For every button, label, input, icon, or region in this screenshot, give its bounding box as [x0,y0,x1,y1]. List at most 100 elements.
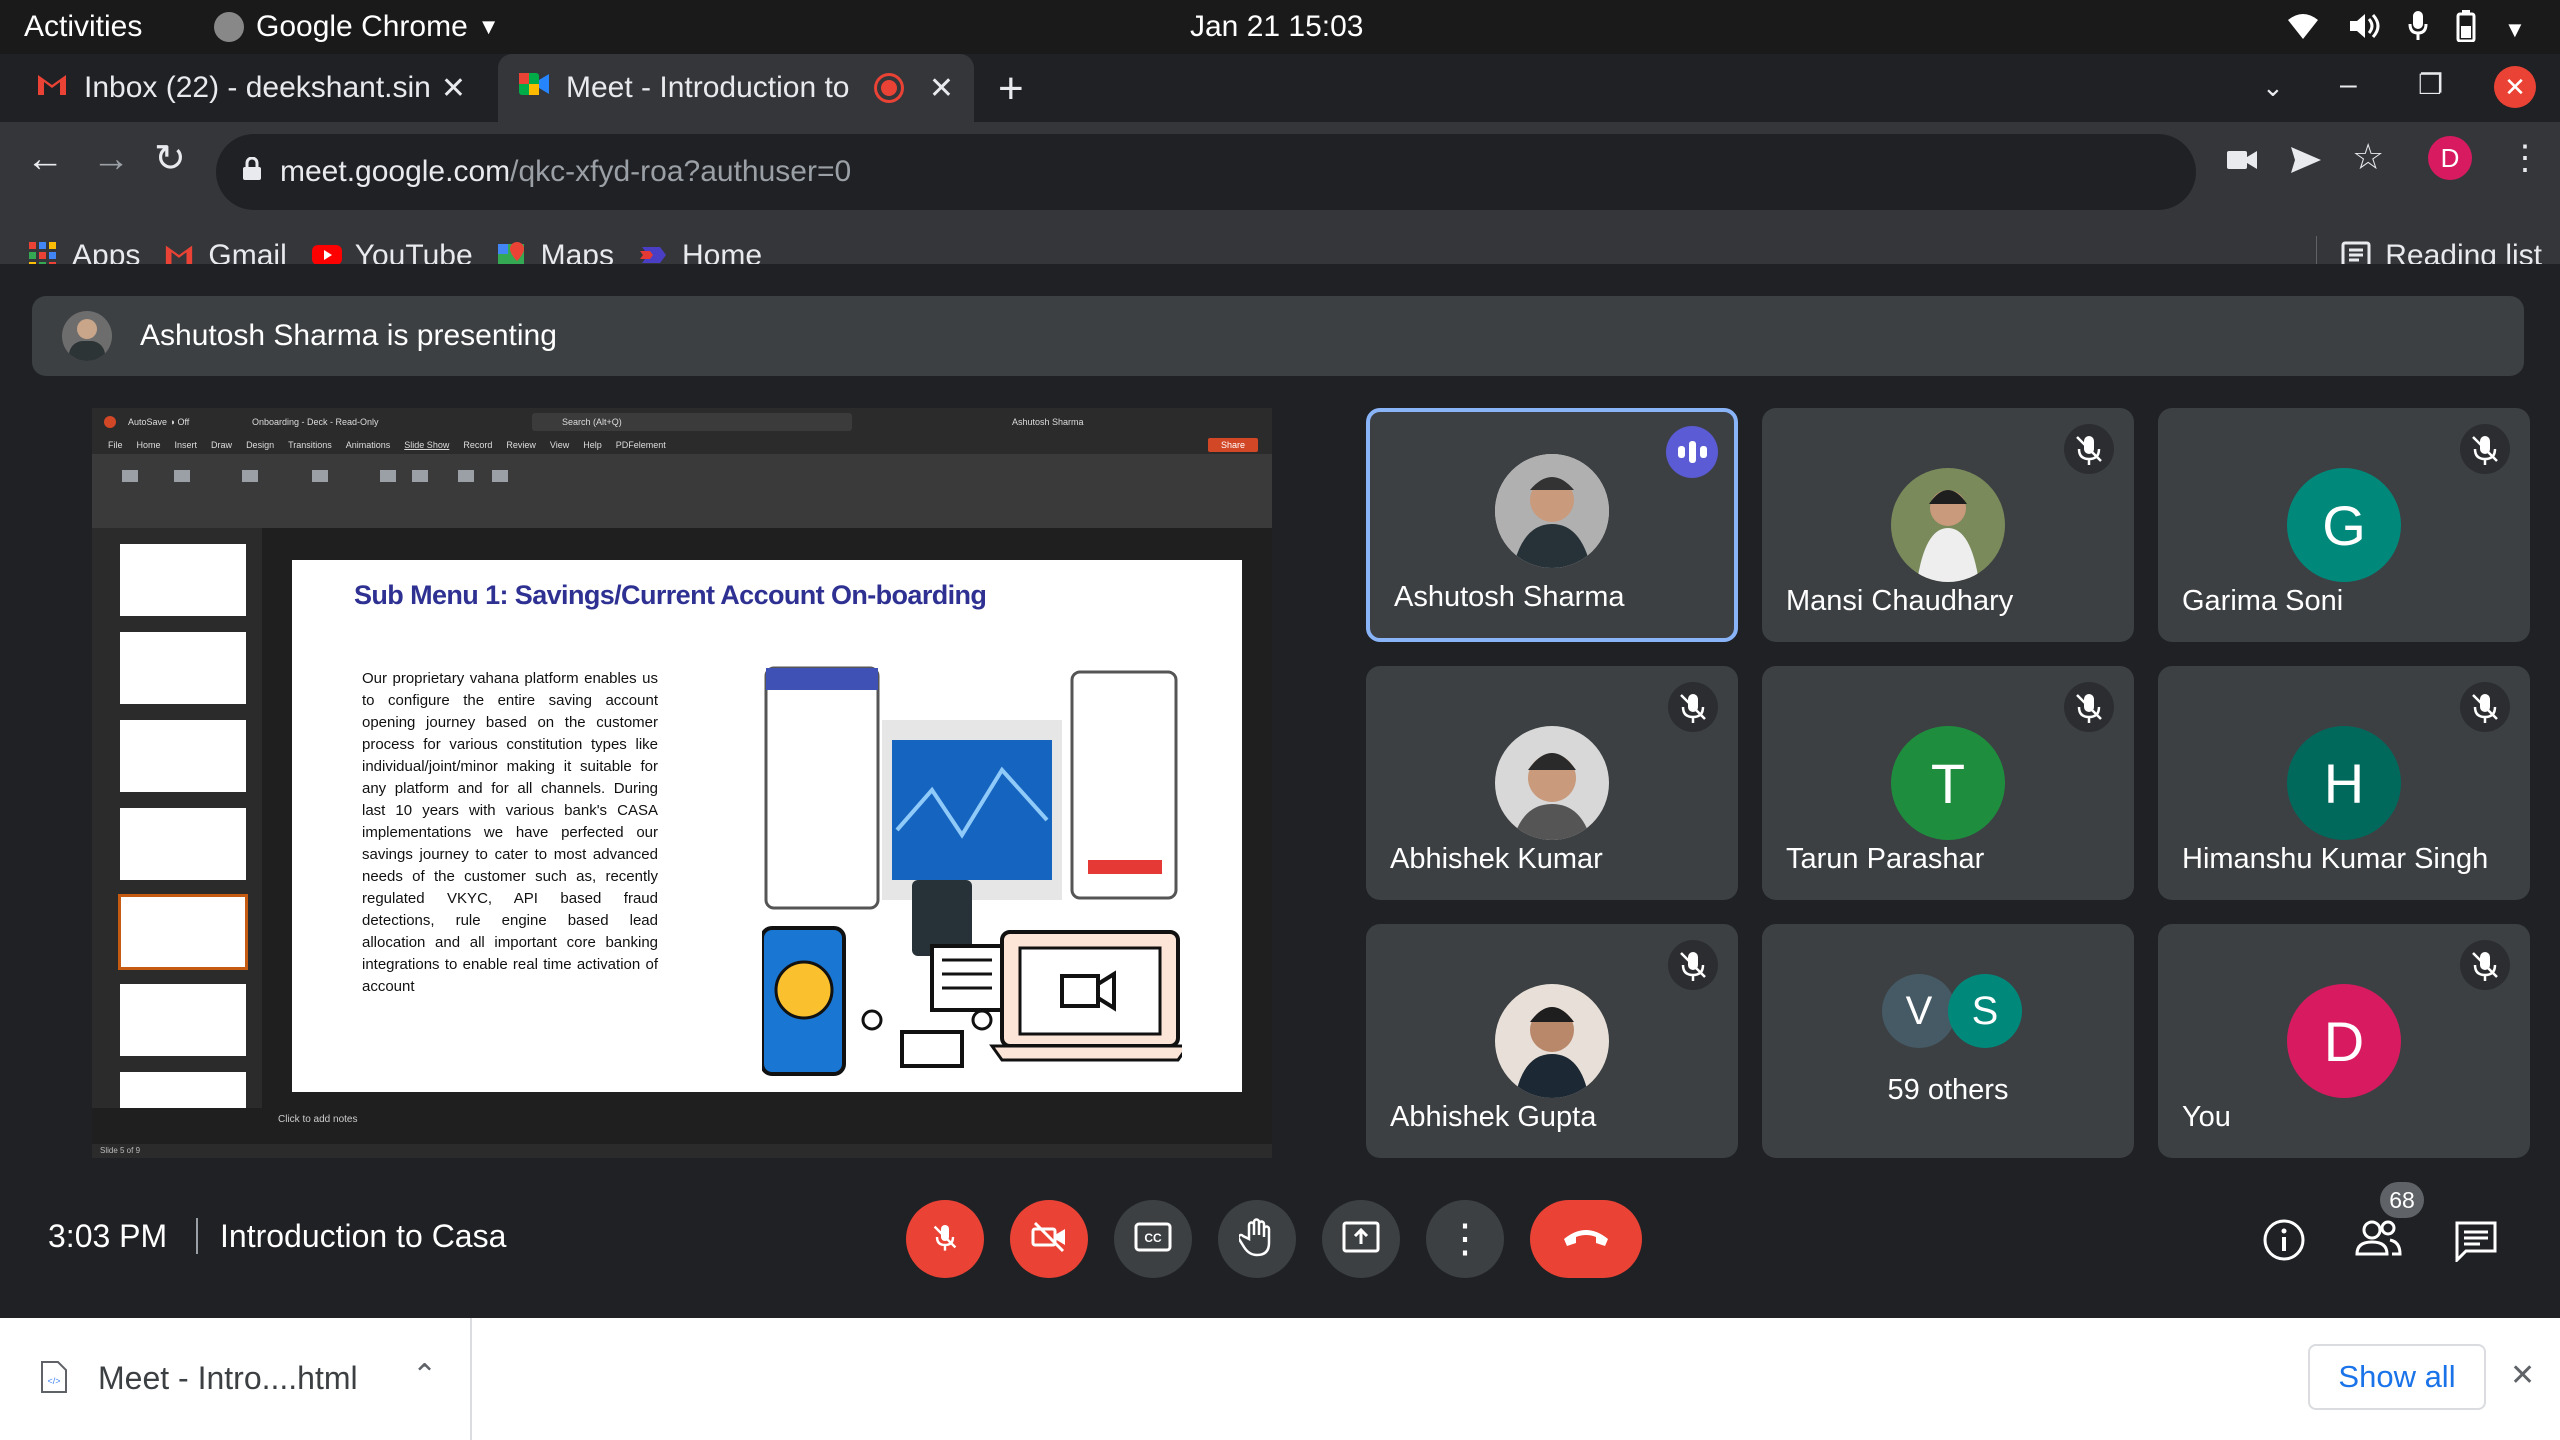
camera-in-use-icon[interactable] [2226,148,2258,177]
chevron-up-icon[interactable]: ⌃ [412,1358,437,1393]
ppt-ribbon-tab[interactable]: PDFelement [616,440,666,450]
html-file-icon: </> [40,1360,68,1399]
more-options-button[interactable]: ⋮ [1426,1200,1504,1278]
close-window-button[interactable]: ✕ [2494,66,2536,108]
ppt-ribbon-tab[interactable]: Help [583,440,602,450]
slide-title: Sub Menu 1: Savings/Current Account On-b… [354,580,987,610]
close-icon[interactable]: ✕ [929,71,954,106]
participant-tile[interactable]: Ashutosh Sharma [1366,408,1738,642]
leave-call-button[interactable] [1530,1200,1642,1278]
app-menu[interactable]: Google Chrome ▼ [214,10,500,44]
forward-button[interactable]: → [92,138,130,181]
self-tile[interactable]: D You [2158,924,2530,1158]
volume-icon [2348,11,2380,49]
meeting-details-button[interactable] [2262,1218,2306,1267]
address-bar[interactable]: meet.google.com /qkc-xfyd-roa?authuser=0 [216,134,2196,210]
svg-text:CC: CC [1144,1231,1162,1245]
tab-meet[interactable]: Meet - Introduction to ✕ [498,54,974,122]
presenter-banner: Ashutosh Sharma is presenting [32,296,2524,376]
slide-body: Our proprietary vahana platform enables … [362,670,658,995]
clock[interactable]: Jan 21 15:03 [1190,10,1363,44]
present-now-button[interactable] [1322,1200,1400,1278]
powerpoint-icon [104,416,116,428]
mic-toggle-button[interactable] [906,1200,984,1278]
mic-off-icon [2460,940,2510,990]
close-icon[interactable]: ✕ [2510,1358,2535,1393]
participant-name: Abhishek Gupta [1390,1101,1597,1133]
participant-tile[interactable]: T Tarun Parashar [1762,666,2134,900]
menu-kebab-icon[interactable]: ⋮ [2508,138,2542,178]
slide-thumbnail-selected[interactable] [118,894,248,970]
restore-button[interactable]: ❐ [2418,68,2443,101]
slide-thumbnail[interactable] [120,632,246,704]
ppt-ribbon-tab[interactable]: View [550,440,569,450]
ppt-title-bar: AutoSave ◑ Off Onboarding - Deck - Read-… [92,408,1272,436]
ppt-ribbon [92,454,1272,528]
autosave-toggle[interactable]: AutoSave ◑ Off [128,417,189,427]
minimize-button[interactable]: – [2340,68,2357,102]
ppt-ribbon-tab[interactable]: Home [137,440,161,450]
ppt-ribbon-tab[interactable]: Record [463,440,492,450]
ppt-ribbon-tab[interactable]: File [108,440,123,450]
mic-off-icon [925,1217,965,1262]
raise-hand-button[interactable] [1218,1200,1296,1278]
participant-tile[interactable]: Mansi Chaudhary [1762,408,2134,642]
mic-off-icon [2460,424,2510,474]
back-button[interactable]: ← [26,138,64,181]
people-button[interactable] [2354,1218,2402,1263]
send-to-devices-icon[interactable] [2290,146,2322,179]
slide-thumbnail[interactable] [120,1072,246,1108]
shared-screen[interactable]: AutoSave ◑ Off Onboarding - Deck - Read-… [92,408,1272,1158]
chrome-icon [214,12,244,42]
participant-name: Abhishek Kumar [1390,843,1603,875]
slide-thumbnail[interactable] [120,984,246,1056]
present-screen-icon [1341,1220,1381,1259]
others-tile[interactable]: V S 59 others [1762,924,2134,1158]
profile-avatar[interactable]: D [2428,136,2472,180]
ppt-ribbon-tab[interactable]: Design [246,440,274,450]
activities-button[interactable]: Activities [24,10,142,44]
participant-photo [1495,726,1609,840]
hand-icon [1237,1217,1275,1262]
lock-icon [242,155,262,189]
participant-name: You [2182,1101,2231,1133]
ppt-search[interactable]: Search (Alt+Q) [532,413,852,431]
tab-inbox[interactable]: Inbox (22) - deekshant.sin ✕ [16,54,486,122]
ppt-status-bar: Slide 5 of 9 [92,1144,1272,1158]
slide-canvas[interactable]: Sub Menu 1: Savings/Current Account On-b… [292,560,1242,1092]
participant-tile[interactable]: Abhishek Kumar [1366,666,1738,900]
divider [196,1218,198,1254]
ppt-ribbon-tab[interactable]: Transitions [288,440,332,450]
participant-name: Tarun Parashar [1786,843,1985,875]
participant-initial-avatar: H [2287,726,2401,840]
participant-tile[interactable]: H Himanshu Kumar Singh [2158,666,2530,900]
ppt-share-button[interactable]: Share [1208,438,1258,452]
url-path: /qkc-xfyd-roa?authuser=0 [510,155,852,188]
participant-tile[interactable]: G Garima Soni [2158,408,2530,642]
slide-thumbnail[interactable] [120,720,246,792]
ppt-ribbon-tab[interactable]: Animations [346,440,391,450]
reload-button[interactable]: ↻ [154,136,186,181]
meet-icon [518,71,550,105]
download-bar: </> Meet - Intro....html ⌃ Show all ✕ [0,1318,2560,1440]
captions-button[interactable]: CC [1114,1200,1192,1278]
chat-button[interactable] [2454,1220,2498,1267]
tab-search-chevron-icon[interactable]: ⌄ [2262,72,2284,103]
ppt-ribbon-tab[interactable]: Slide Show [404,440,449,450]
bookmark-star-icon[interactable]: ☆ [2352,136,2384,178]
participant-tile[interactable]: Abhishek Gupta [1366,924,1738,1158]
new-tab-button[interactable]: + [998,64,1024,114]
system-tray[interactable]: ▼ [2286,10,2526,50]
show-all-button[interactable]: Show all [2308,1344,2486,1410]
ppt-notes[interactable]: Click to add notes [278,1114,358,1125]
ppt-ribbon-tab[interactable]: Review [506,440,536,450]
slide-thumbnail[interactable] [120,808,246,880]
ppt-ribbon-tab[interactable]: Insert [175,440,198,450]
slide-thumbnail[interactable] [120,544,246,616]
ppt-ribbon-tab[interactable]: Draw [211,440,232,450]
download-item[interactable]: </> Meet - Intro....html ⌃ [0,1318,472,1440]
meeting-time: 3:03 PM [48,1218,168,1254]
close-icon[interactable]: ✕ [441,71,466,106]
camera-toggle-button[interactable] [1010,1200,1088,1278]
participant-name: Himanshu Kumar Singh [2182,843,2489,875]
